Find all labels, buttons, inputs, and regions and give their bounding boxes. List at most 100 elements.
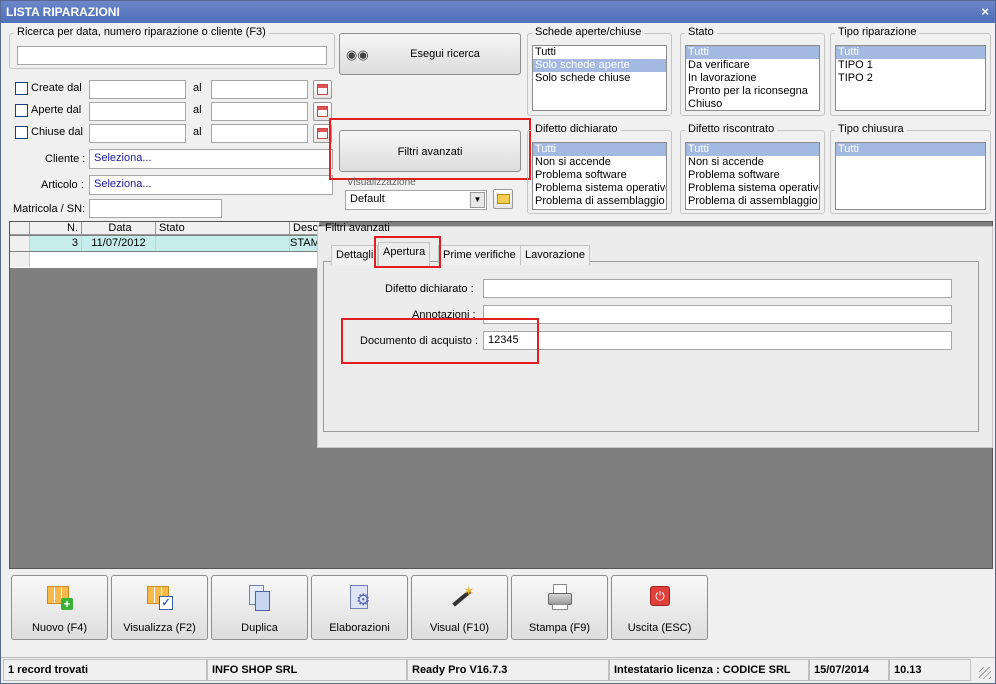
created-to-input[interactable]: [211, 80, 308, 99]
tab-dettagli[interactable]: Dettagli: [331, 245, 379, 265]
articolo-selector[interactable]: Seleziona...: [89, 175, 333, 195]
visual-button-label: Visual (F10): [429, 622, 490, 634]
list-item[interactable]: Da verificare: [686, 59, 819, 72]
elaborations-button[interactable]: ⚙ Elaborazioni: [311, 575, 408, 640]
view-select[interactable]: Default ▼: [345, 190, 487, 210]
view-button[interactable]: ✓ Visualizza (F2): [111, 575, 208, 640]
exit-button[interactable]: ⏻ Uscita (ESC): [611, 575, 708, 640]
calendar-icon: [317, 106, 328, 117]
documento-acquisto-input[interactable]: 12345: [483, 331, 952, 350]
opened-checkbox[interactable]: [15, 104, 28, 117]
exit-button-label: Uscita (ESC): [627, 622, 692, 634]
elaborations-button-label: Elaborazioni: [329, 622, 390, 634]
grid-header-descr[interactable]: Descr: [290, 222, 322, 235]
stato-label: Stato: [685, 26, 717, 38]
list-item[interactable]: Solo schede aperte: [533, 59, 666, 72]
articolo-label: Articolo :: [41, 179, 84, 191]
list-item[interactable]: Tutti: [836, 143, 985, 156]
grid-header-stato[interactable]: Stato: [156, 222, 290, 235]
grid-header-data[interactable]: Data: [82, 222, 156, 235]
duplicate-icon: [245, 584, 275, 612]
stato-listbox[interactable]: Tutti Da verificare In lavorazione Pronto p…: [685, 45, 820, 111]
view-button-label: Visualizza (F2): [123, 622, 196, 634]
difetto-dichiarato-listbox[interactable]: Tutti Non si accende Problema software Prob…: [532, 142, 667, 210]
view-label: Visualizzazione: [347, 177, 416, 188]
view-grid-icon: ✓: [145, 584, 175, 612]
status-date: 15/07/2014: [809, 659, 889, 681]
list-item[interactable]: Solo schede chiuse: [533, 72, 666, 85]
tab-lavorazione[interactable]: Lavorazione: [520, 245, 590, 265]
new-button[interactable]: + Nuovo (F4): [11, 575, 108, 640]
cell-stato: [156, 236, 290, 251]
search-button-label: Esegui ricerca: [410, 48, 480, 60]
grid-header-n[interactable]: N.: [30, 222, 82, 235]
print-button[interactable]: Stampa (F9): [511, 575, 608, 640]
list-item[interactable]: Tutti: [533, 46, 666, 59]
advanced-filters-title: Filtri avanzati: [325, 222, 390, 234]
closed-from-input[interactable]: [89, 124, 186, 143]
difetto-riscontrato-listbox[interactable]: Tutti Non si accende Problema software Prob…: [685, 142, 820, 210]
folder-button[interactable]: [493, 189, 513, 209]
magic-wand-icon: ✶: [445, 584, 475, 612]
matricola-input[interactable]: [89, 199, 222, 218]
list-item[interactable]: Problema sistema operativo: [533, 182, 666, 195]
opened-from-input[interactable]: [89, 102, 186, 121]
tab-prime-verifiche[interactable]: Prime verifiche: [438, 245, 521, 265]
list-item[interactable]: Problema software: [686, 169, 819, 182]
close-icon[interactable]: ×: [981, 1, 989, 23]
table-row-empty[interactable]: [10, 252, 320, 268]
closed-checkbox[interactable]: [15, 126, 28, 139]
list-item[interactable]: Chiuso: [686, 98, 819, 110]
list-item[interactable]: Tutti: [533, 143, 666, 156]
search-button[interactable]: ◉◉ Esegui ricerca: [339, 33, 521, 75]
search-input[interactable]: [17, 46, 327, 65]
cell-n: 3: [30, 236, 82, 251]
table-row[interactable]: 3 11/07/2012 STAM: [10, 236, 320, 251]
window-title: LISTA RIPARAZIONI: [6, 5, 120, 19]
highlight-box: [341, 318, 539, 364]
list-item[interactable]: Problema di assemblaggio: [686, 195, 819, 208]
search-group-label: Ricerca per data, numero riparazione o c…: [14, 26, 269, 38]
list-item[interactable]: Tutti: [686, 143, 819, 156]
list-item[interactable]: Tutti: [836, 46, 985, 59]
title-bar: LISTA RIPARAZIONI ×: [1, 1, 995, 23]
tipo-riparazione-listbox[interactable]: Tutti TIPO 1 TIPO 2: [835, 45, 986, 111]
cell-descr: STAM: [290, 236, 320, 251]
row-indicator: [10, 252, 30, 267]
process-gear-icon: ⚙: [345, 584, 375, 612]
cliente-label: Cliente :: [45, 153, 86, 165]
difetto-dichiarato-field-label: Difetto dichiarato :: [385, 283, 474, 295]
matricola-label: Matricola / SN:: [13, 203, 86, 215]
list-item[interactable]: Problema di assemblaggio: [533, 195, 666, 208]
list-item[interactable]: Pronto per la riconsegna: [686, 85, 819, 98]
schede-listbox[interactable]: Tutti Solo schede aperte Solo schede chius…: [532, 45, 667, 111]
annotazioni-input[interactable]: [483, 305, 952, 324]
created-from-input[interactable]: [89, 80, 186, 99]
power-icon: ⏻: [645, 584, 675, 612]
calendar-button[interactable]: [313, 80, 332, 99]
created-checkbox[interactable]: [15, 82, 28, 95]
list-item[interactable]: Tutti: [686, 46, 819, 59]
list-item[interactable]: Non si accende: [533, 156, 666, 169]
chevron-down-icon: ▼: [470, 192, 485, 208]
list-item[interactable]: Problema sistema operativo: [686, 182, 819, 195]
list-item[interactable]: TIPO 1: [836, 59, 985, 72]
opened-to-input[interactable]: [211, 102, 308, 121]
created-label: Create dal: [31, 82, 82, 94]
tipo-chiusura-listbox[interactable]: Tutti: [835, 142, 986, 210]
list-item[interactable]: Problema software: [533, 169, 666, 182]
status-version: Ready Pro V16.7.3: [407, 659, 609, 681]
created-to-label: al: [193, 82, 202, 94]
difetto-dichiarato-input[interactable]: [483, 279, 952, 298]
status-license: Intestatario licenza : CODICE SRL: [609, 659, 809, 681]
closed-to-input[interactable]: [211, 124, 308, 143]
duplicate-button[interactable]: Duplica: [211, 575, 308, 640]
list-item[interactable]: In lavorazione: [686, 72, 819, 85]
list-item[interactable]: TIPO 2: [836, 72, 985, 85]
highlight-box: [374, 236, 441, 268]
visual-button[interactable]: ✶ Visual (F10): [411, 575, 508, 640]
closed-label: Chiuse dal: [31, 126, 83, 138]
resize-grip[interactable]: [979, 667, 991, 679]
cliente-selector[interactable]: Seleziona...: [89, 149, 333, 169]
list-item[interactable]: Non si accende: [686, 156, 819, 169]
